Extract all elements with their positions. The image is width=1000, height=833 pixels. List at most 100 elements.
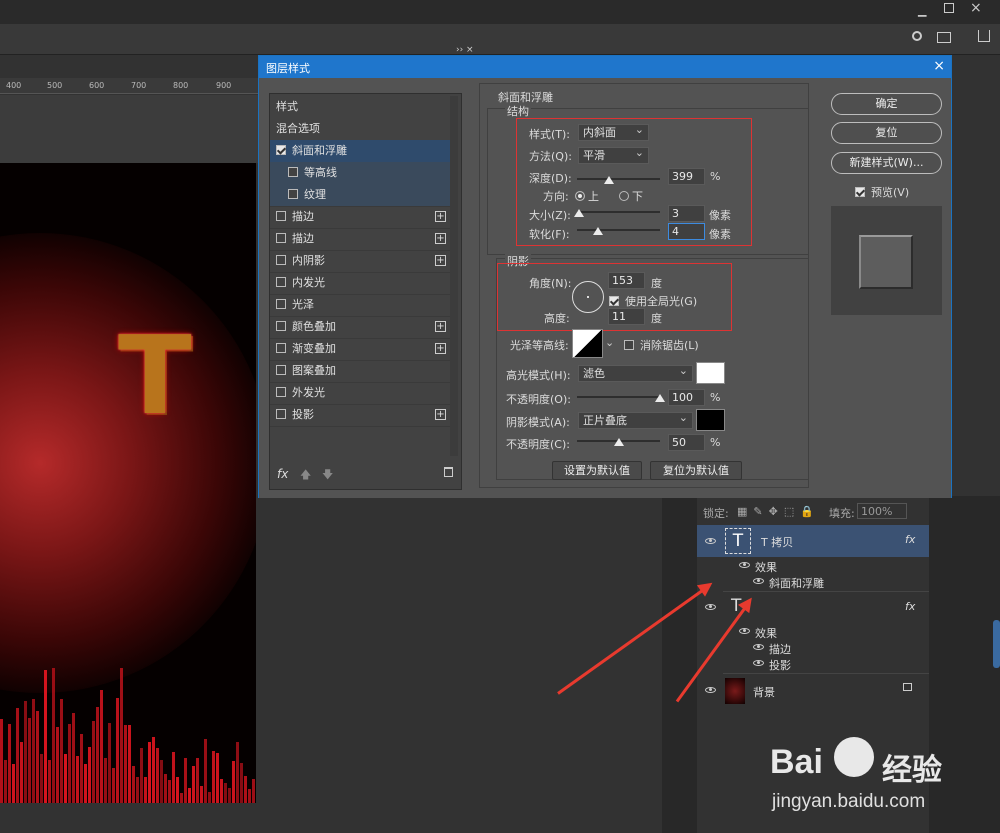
add-icon[interactable]: + bbox=[435, 343, 446, 354]
checkbox-checked-icon[interactable] bbox=[855, 187, 865, 197]
style-list-scrollbar[interactable] bbox=[450, 96, 458, 456]
angle-dial[interactable] bbox=[572, 281, 604, 313]
direction-up-radio[interactable]: 上 bbox=[575, 188, 599, 204]
minimize-icon[interactable]: ▁ bbox=[918, 4, 926, 17]
size-input[interactable]: 3 bbox=[668, 205, 705, 222]
add-icon[interactable]: + bbox=[435, 233, 446, 244]
add-icon[interactable]: + bbox=[435, 211, 446, 222]
checkbox-unchecked-icon[interactable] bbox=[276, 409, 286, 419]
effects-row[interactable]: 效果 bbox=[697, 558, 929, 574]
fill-input[interactable]: 100% bbox=[857, 503, 907, 519]
depth-slider-track[interactable] bbox=[577, 178, 660, 180]
visibility-eye-icon[interactable] bbox=[739, 562, 750, 568]
checkbox-unchecked-icon[interactable] bbox=[276, 365, 286, 375]
fx-icon[interactable]: fx bbox=[905, 600, 915, 613]
style-item[interactable]: 内阴影 + bbox=[270, 250, 450, 272]
lock-icons[interactable]: ▦✎✥⬚🔒 bbox=[737, 505, 820, 518]
checkbox-unchecked-icon[interactable] bbox=[624, 340, 634, 350]
stroke-effect-row[interactable]: 描边 bbox=[697, 640, 929, 656]
layer-row-t[interactable]: T fx bbox=[697, 592, 929, 622]
checkbox-unchecked-icon[interactable] bbox=[276, 277, 286, 287]
move-down-icon[interactable]: 🡇 bbox=[322, 466, 333, 485]
close-app-icon[interactable]: × bbox=[970, 0, 982, 16]
fx-icon[interactable]: fx bbox=[905, 533, 915, 546]
highlight-opacity-track[interactable] bbox=[577, 396, 660, 398]
visibility-eye-icon[interactable] bbox=[753, 644, 764, 650]
add-icon[interactable]: + bbox=[435, 255, 446, 266]
checkbox-checked-icon[interactable] bbox=[276, 145, 286, 155]
close-icon[interactable]: × bbox=[933, 58, 945, 74]
bevel-effect-row[interactable]: 斜面和浮雕 bbox=[697, 574, 929, 590]
contour-dropdown-icon[interactable]: ⌄ bbox=[605, 336, 614, 349]
style-item[interactable]: 光泽 bbox=[270, 294, 450, 316]
size-slider-track[interactable] bbox=[577, 211, 660, 213]
highlight-color-swatch[interactable] bbox=[696, 362, 725, 384]
move-up-icon[interactable]: 🡅 bbox=[300, 466, 311, 485]
layer-row-background[interactable]: 背景 bbox=[697, 675, 929, 705]
new-style-button[interactable]: 新建样式(W)... bbox=[831, 152, 942, 174]
checkbox-unchecked-icon[interactable] bbox=[276, 255, 286, 265]
checkbox-unchecked-icon[interactable] bbox=[276, 387, 286, 397]
size-slider-thumb[interactable] bbox=[573, 209, 584, 217]
radio-off-icon[interactable] bbox=[619, 191, 629, 201]
checkbox-unchecked-icon[interactable] bbox=[288, 189, 298, 199]
add-icon[interactable]: + bbox=[435, 409, 446, 420]
add-icon[interactable]: + bbox=[435, 321, 446, 332]
depth-slider-thumb[interactable] bbox=[603, 176, 614, 184]
set-default-button[interactable]: 设置为默认值 bbox=[552, 461, 642, 480]
preview-checkbox[interactable]: 预览(V) bbox=[855, 184, 909, 200]
document-canvas[interactable]: T bbox=[0, 163, 256, 803]
highlight-opacity-input[interactable]: 100 bbox=[668, 389, 705, 406]
shadow-color-swatch[interactable] bbox=[696, 409, 725, 431]
style-dropdown[interactable]: 内斜面 bbox=[578, 123, 649, 141]
antialias-checkbox[interactable]: 消除锯齿(L) bbox=[624, 337, 699, 353]
checkbox-unchecked-icon[interactable] bbox=[276, 211, 286, 221]
ok-button[interactable]: 确定 bbox=[831, 93, 942, 115]
visibility-eye-icon[interactable] bbox=[705, 687, 716, 693]
style-item[interactable]: 颜色叠加 + bbox=[270, 316, 450, 338]
checkbox-unchecked-icon[interactable] bbox=[276, 343, 286, 353]
style-item[interactable]: 斜面和浮雕 bbox=[270, 140, 450, 162]
checkbox-unchecked-icon[interactable] bbox=[276, 299, 286, 309]
radio-on-icon[interactable] bbox=[575, 191, 585, 201]
checkbox-unchecked-icon[interactable] bbox=[276, 321, 286, 331]
shadow-mode-dropdown[interactable]: 正片叠底 bbox=[578, 411, 693, 429]
visibility-eye-icon[interactable] bbox=[753, 660, 764, 666]
highlight-opacity-thumb[interactable] bbox=[655, 394, 665, 402]
checkbox-unchecked-icon[interactable] bbox=[288, 167, 298, 177]
style-item[interactable]: 描边 + bbox=[270, 228, 450, 250]
technique-dropdown[interactable]: 平滑 bbox=[578, 146, 649, 164]
panel-collapse[interactable]: ›› × bbox=[456, 45, 490, 55]
highlight-mode-dropdown[interactable]: 滤色 bbox=[578, 364, 693, 382]
visibility-eye-icon[interactable] bbox=[753, 578, 764, 584]
visibility-eye-icon[interactable] bbox=[739, 628, 750, 634]
style-item[interactable]: 等高线 bbox=[270, 162, 450, 184]
shadow-opacity-input[interactable]: 50 bbox=[668, 434, 705, 451]
style-item[interactable]: 混合选项 bbox=[270, 118, 450, 140]
maximize-icon[interactable] bbox=[944, 3, 954, 13]
style-item[interactable]: 渐变叠加 + bbox=[270, 338, 450, 360]
style-item[interactable]: 图案叠加 bbox=[270, 360, 450, 382]
soften-input[interactable]: 4 bbox=[668, 223, 705, 240]
fx-icon[interactable]: fx bbox=[277, 467, 288, 481]
global-light-checkbox[interactable]: 使用全局光(G) bbox=[609, 293, 697, 309]
gloss-contour-picker[interactable] bbox=[572, 329, 603, 358]
depth-input[interactable]: 399 bbox=[668, 168, 705, 185]
soften-slider-track[interactable] bbox=[577, 229, 660, 231]
style-item[interactable]: 投影 + bbox=[270, 404, 450, 426]
shadow-effect-row[interactable]: 投影 bbox=[697, 656, 929, 672]
reset-default-button[interactable]: 复位为默认值 bbox=[650, 461, 742, 480]
share-icon[interactable] bbox=[978, 30, 990, 42]
shadow-opacity-thumb[interactable] bbox=[613, 438, 624, 446]
search-icon[interactable] bbox=[912, 31, 922, 41]
angle-input[interactable]: 153 bbox=[608, 272, 645, 289]
scroll-handle[interactable] bbox=[993, 620, 1000, 668]
soften-slider-thumb[interactable] bbox=[592, 227, 603, 235]
style-item[interactable]: 内发光 bbox=[270, 272, 450, 294]
checkbox-checked-icon[interactable] bbox=[609, 296, 619, 306]
style-item[interactable]: 描边 + bbox=[270, 206, 450, 228]
style-item[interactable]: 样式 bbox=[270, 96, 450, 118]
checkbox-unchecked-icon[interactable] bbox=[276, 233, 286, 243]
altitude-input[interactable]: 11 bbox=[608, 308, 645, 325]
visibility-eye-icon[interactable] bbox=[705, 538, 716, 544]
